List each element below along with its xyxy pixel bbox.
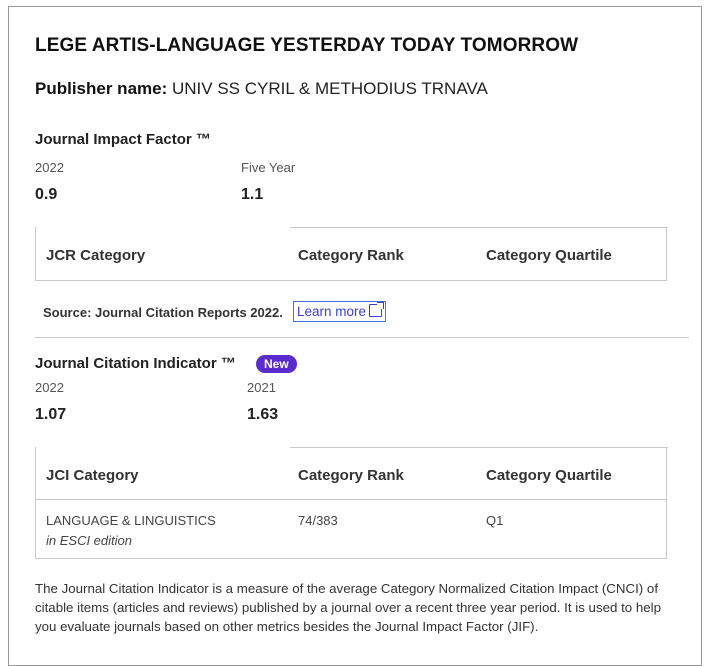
jif-year-label: 2022: [35, 160, 64, 175]
jcr-rank-header: Category Rank: [298, 247, 404, 264]
jci-description: The Journal Citation Indicator is a meas…: [35, 581, 662, 634]
jci-prev-year-value: 1.63: [247, 406, 279, 423]
jcr-quartile-header: Category Quartile: [486, 247, 612, 264]
jci-prev-year-label: 2021: [247, 380, 276, 395]
jci-value: 1.07: [35, 406, 67, 423]
jcr-category-table: JCR Category Category Rank Category Quar…: [35, 227, 668, 281]
new-badge: New: [256, 355, 297, 373]
learn-more-link[interactable]: Learn more: [293, 301, 387, 322]
jci-row-rank: 74/383: [298, 513, 338, 528]
jci-row-quartile: Q1: [486, 513, 504, 528]
jci-heading: Journal Citation Indicator ™: [35, 355, 236, 372]
publisher-label: Publisher name:: [35, 79, 168, 98]
source-text: Source: Journal Citation Reports 2022.: [43, 305, 283, 320]
table-row-divider: [36, 499, 666, 500]
publisher-name: UNIV SS CYRIL & METHODIUS TRNAVA: [172, 79, 488, 98]
jif-value: 0.9: [35, 186, 58, 203]
jci-row-category: LANGUAGE & LINGUISTICS: [46, 513, 216, 528]
learn-more-label: Learn more: [297, 304, 367, 319]
jci-row-edition: in ESCI edition: [46, 533, 132, 548]
jci-category-header: JCI Category: [46, 467, 139, 484]
jif-five-year-value: 1.1: [241, 186, 264, 203]
jci-category-table: JCI Category Category Rank Category Quar…: [35, 447, 668, 559]
publisher-line: Publisher name: UNIV SS CYRIL & METHODIU…: [35, 79, 488, 99]
section-divider: [35, 337, 689, 338]
jif-five-year-label: Five Year: [241, 160, 296, 175]
external-link-icon: [369, 302, 385, 317]
journal-title: LEGE ARTIS-LANGUAGE YESTERDAY TODAY TOMO…: [35, 35, 579, 56]
jci-quartile-header: Category Quartile: [486, 467, 612, 484]
journal-info-panel: LEGE ARTIS-LANGUAGE YESTERDAY TODAY TOMO…: [8, 6, 702, 666]
jci-year-label: 2022: [35, 380, 64, 395]
jcr-category-header: JCR Category: [46, 247, 146, 264]
jci-rank-header: Category Rank: [298, 467, 404, 484]
jif-heading: Journal Impact Factor ™: [35, 131, 211, 148]
